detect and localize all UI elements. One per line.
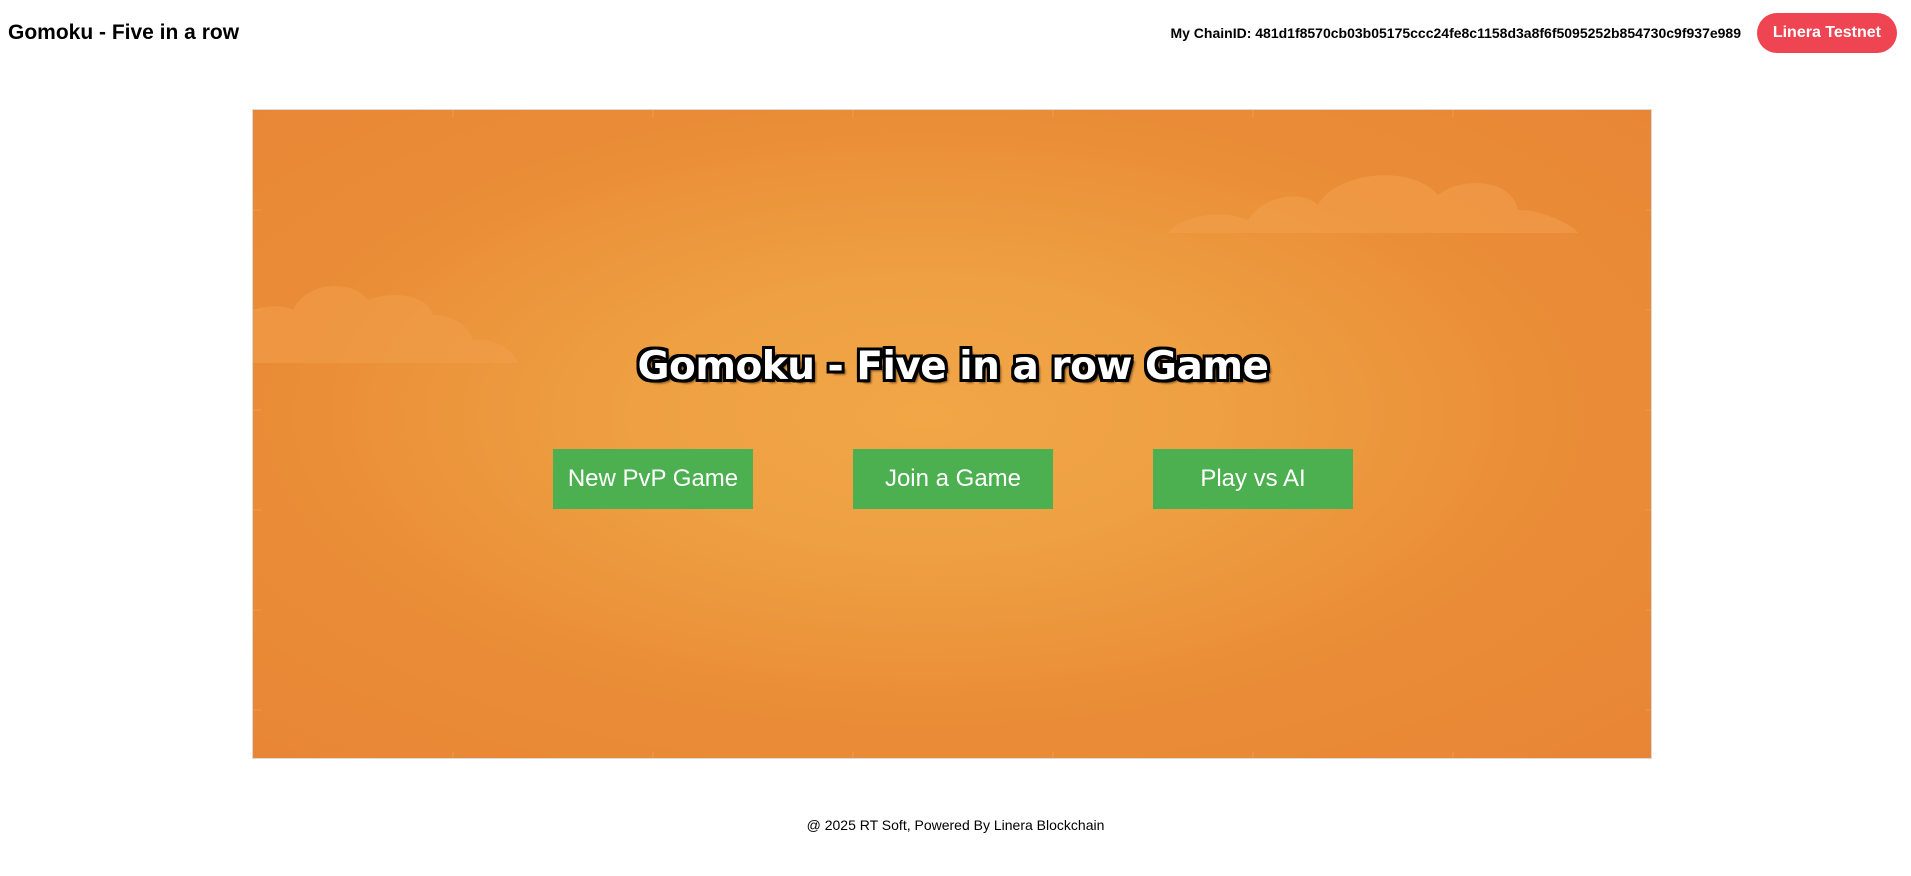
chain-id-label: My ChainID: 481d1f8570cb03b05175ccc24fe8… bbox=[1170, 25, 1741, 41]
app-title: Gomoku - Five in a row bbox=[8, 21, 240, 44]
stage-background bbox=[253, 110, 1651, 758]
footer-text: @ 2025 RT Soft, Powered By Linera Blockc… bbox=[806, 817, 1105, 833]
game-title: Gomoku - Five in a row Game bbox=[637, 344, 1269, 389]
game-stage: Gomoku - Five in a row Game New PvP Game… bbox=[252, 109, 1652, 759]
join-game-button[interactable]: Join a Game bbox=[853, 449, 1053, 509]
network-button[interactable]: Linera Testnet bbox=[1756, 13, 1897, 53]
top-header: Gomoku - Five in a row My ChainID: 481d1… bbox=[0, 0, 1911, 66]
play-vs-ai-button[interactable]: Play vs AI bbox=[1153, 449, 1353, 509]
new-pvp-game-button[interactable]: New PvP Game bbox=[553, 449, 753, 509]
cloud-right bbox=[1168, 175, 1578, 233]
